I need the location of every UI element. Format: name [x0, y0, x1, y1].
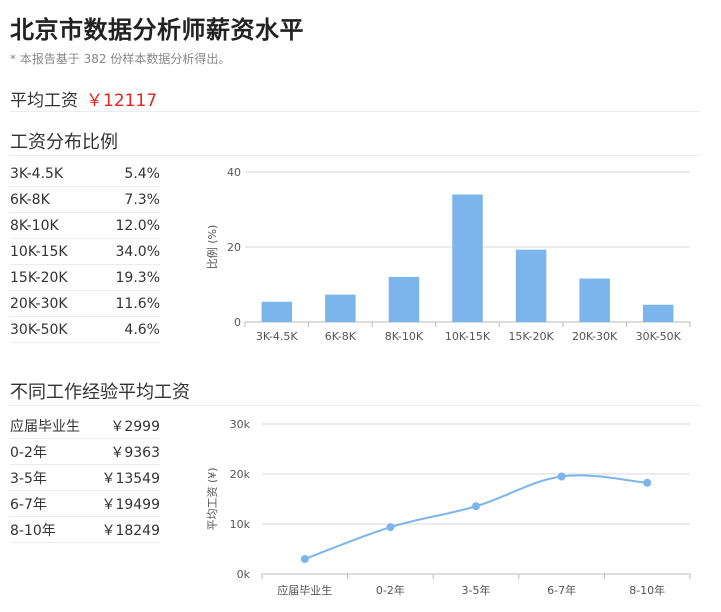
row-label: 0-2年 [10, 444, 47, 461]
bar [388, 277, 420, 322]
data-point [300, 555, 309, 564]
y-tick-label: 0k [237, 568, 251, 581]
bar [642, 304, 674, 322]
bar [515, 249, 547, 322]
average-salary-row: 平均工资 ￥12117 [10, 86, 700, 112]
x-tick-label: 应届毕业生 [277, 583, 332, 597]
table-row: 8K-10K 12.0% [10, 213, 160, 239]
series-line [304, 474, 648, 560]
x-tick-label: 15K-20K [508, 330, 554, 343]
data-point [557, 472, 566, 481]
y-tick-label: 40 [227, 166, 241, 179]
row-value: 12.0% [115, 217, 160, 234]
row-label: 应届毕业生 [10, 418, 80, 435]
row-label: 6K-8K [10, 191, 50, 208]
x-tick-label: 3K-4.5K [256, 330, 299, 343]
row-label: 3K-4.5K [10, 165, 64, 182]
distribution-section-title: 工资分布比例 [10, 128, 700, 156]
y-tick-label: 0 [234, 316, 241, 329]
salary-distribution-bar-chart: 0 20 40 3K-4.5K 6K-8K 8K-10K 10K-15K 15K-20K 20K… [205, 166, 691, 343]
page-subtitle: * 本报告基于 382 份样本数据分析得出。 [10, 52, 231, 66]
bar [325, 294, 356, 322]
row-value: 5.4% [124, 165, 160, 182]
row-value: ￥2999 [110, 418, 160, 435]
data-point [472, 502, 480, 511]
y-axis-label: 平均工资 (¥) [206, 467, 219, 530]
experience-salary-line-chart: 0k 10k 20k 30k 应届毕业生 0-2年 3-5年 6-7年 8-10年 平均工资 (¥… [206, 418, 691, 597]
table-row: 10K-15K 34.0% [10, 239, 160, 265]
x-tick-label: 3-5年 [462, 583, 491, 597]
x-tick-label: 8-10年 [629, 583, 665, 597]
bar [579, 278, 610, 322]
data-point [643, 478, 652, 487]
row-label: 30K-50K [10, 321, 68, 338]
row-value: 4.6% [124, 321, 160, 338]
table-row: 20K-30K 11.6% [10, 291, 160, 317]
y-tick-label: 20 [227, 241, 241, 254]
table-row: 6-7年 ￥19499 [10, 491, 160, 517]
row-value: ￥13549 [101, 470, 160, 487]
x-tick-label: 10K-15K [445, 330, 491, 343]
average-salary-label: 平均工资 [10, 91, 78, 111]
x-tick-label: 6K-8K [325, 330, 357, 343]
x-tick-label: 0-2年 [376, 583, 405, 597]
x-tick-label: 6-7年 [547, 583, 576, 597]
table-row: 0-2年 ￥9363 [10, 439, 160, 465]
x-tick-label: 30K-50K [636, 330, 682, 343]
y-tick-label: 20k [230, 468, 251, 481]
row-value: 11.6% [115, 295, 160, 312]
row-value: 19.3% [115, 269, 160, 286]
average-salary-value: ￥12117 [86, 91, 158, 111]
row-label: 6-7年 [10, 496, 47, 513]
experience-table: 应届毕业生 ￥2999 0-2年 ￥9363 3-5年 ￥13549 6-7年 ￥19499 8… [10, 413, 160, 543]
experience-section-title: 不同工作经验平均工资 [10, 378, 700, 406]
y-tick-label: 10k [230, 518, 251, 531]
table-row: 3K-4.5K 5.4% [10, 161, 160, 187]
y-axis-label: 比例 (%) [205, 225, 219, 270]
row-value: ￥19499 [101, 496, 160, 513]
distribution-table: 3K-4.5K 5.4% 6K-8K 7.3% 8K-10K 12.0% 10K-15K 34… [10, 161, 160, 343]
row-label: 3-5年 [10, 470, 47, 487]
x-tick-label: 8K-10K [385, 330, 424, 343]
page-title: 北京市数据分析师薪资水平 [10, 16, 304, 44]
table-row: 应届毕业生 ￥2999 [10, 413, 160, 439]
row-label: 10K-15K [10, 243, 68, 260]
table-row: 30K-50K 4.6% [10, 317, 160, 343]
bar [452, 194, 483, 322]
row-value: 7.3% [124, 191, 160, 208]
table-row: 3-5年 ￥13549 [10, 465, 160, 491]
row-value: ￥9363 [110, 444, 160, 461]
row-label: 8-10年 [10, 522, 56, 539]
row-label: 20K-30K [10, 295, 68, 312]
row-value: ￥18249 [101, 522, 160, 539]
bar [261, 301, 293, 322]
y-tick-label: 30k [230, 418, 251, 431]
table-row: 6K-8K 7.3% [10, 187, 160, 213]
row-value: 34.0% [115, 243, 160, 260]
x-tick-label: 20K-30K [572, 330, 618, 343]
table-row: 15K-20K 19.3% [10, 265, 160, 291]
data-point [386, 523, 395, 532]
table-row: 8-10年 ￥18249 [10, 517, 160, 543]
row-label: 15K-20K [10, 269, 68, 286]
row-label: 8K-10K [10, 217, 59, 234]
